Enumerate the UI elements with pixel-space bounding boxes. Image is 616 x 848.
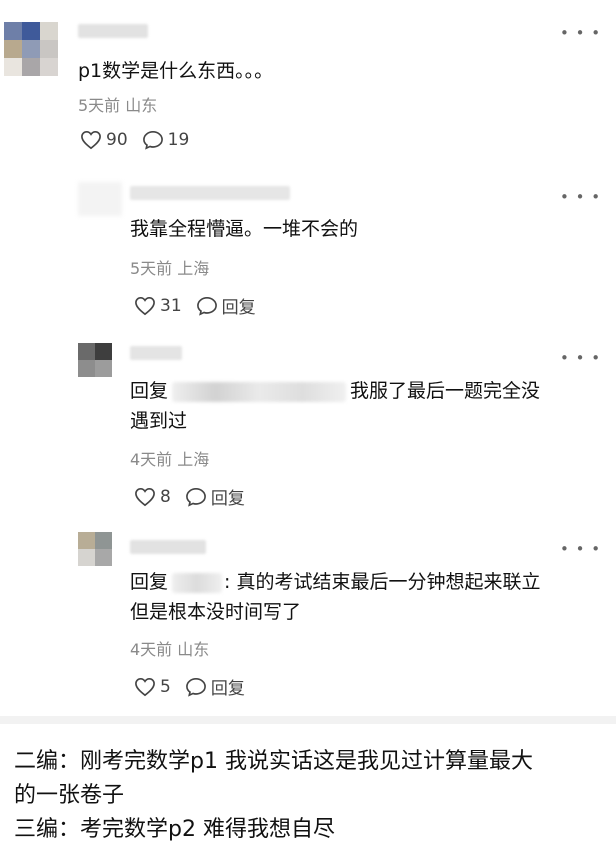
speech-bubble-icon	[185, 677, 206, 697]
comment-meta: 5天前 上海	[130, 259, 210, 278]
speech-bubble-icon	[185, 487, 206, 507]
reply-label: 回复	[221, 298, 256, 318]
comment-actions: 8 回复	[134, 484, 259, 509]
more-dots-icon[interactable]: • • •	[560, 542, 601, 557]
reply-label: 回复	[210, 679, 245, 699]
reply-prefix: 回复	[130, 380, 169, 402]
section-divider	[0, 716, 616, 724]
comment-actions: 31 回复	[134, 293, 270, 318]
more-dots-icon[interactable]: • • •	[560, 26, 601, 41]
username-blurred[interactable]	[130, 346, 182, 360]
comment-actions: 90 19	[80, 130, 203, 150]
reply-label: 回复	[210, 489, 245, 509]
speech-bubble-icon	[196, 296, 217, 316]
like-count: 90	[106, 130, 128, 150]
username-blurred[interactable]	[130, 186, 290, 200]
like-count: 8	[160, 486, 171, 507]
more-dots-icon[interactable]: • • •	[560, 351, 601, 366]
comment-text: 回复 我服了最后一题完全没 遇到过	[130, 376, 590, 436]
heart-outline-icon	[81, 130, 101, 150]
heart-outline-icon	[135, 296, 155, 315]
comment-text-line2: 遇到过	[130, 410, 188, 432]
username-blurred[interactable]	[130, 540, 206, 554]
comment-meta: 4天前 山东	[130, 640, 210, 659]
heart-outline-icon	[135, 487, 155, 506]
comment-text-line1: 我服了最后一题完全没	[350, 380, 541, 402]
like-count: 5	[160, 676, 171, 697]
reply-button[interactable]: 回复	[185, 674, 245, 699]
reply-button[interactable]: 回复	[196, 293, 256, 318]
edit-note-line3: 三编：考完数学p2 难得我想自尽	[14, 817, 335, 842]
edit-note-line1: 二编：刚考完数学p1 我说实话这是我见过计算量最大	[14, 749, 533, 774]
mentioned-user-blurred[interactable]	[172, 572, 223, 593]
like-button[interactable]: 5	[134, 677, 171, 697]
reply-count-button[interactable]: 19	[142, 130, 190, 150]
avatar[interactable]	[78, 182, 122, 216]
reply-count: 19	[167, 130, 190, 150]
username-blurred[interactable]	[78, 24, 148, 38]
like-count: 31	[160, 295, 182, 316]
comment-text-line2: 但是根本没时间写了	[130, 601, 302, 623]
comment-actions: 5 回复	[134, 674, 259, 699]
reply-button[interactable]: 回复	[185, 484, 245, 509]
comment-text: 回复 : 真的考试结束最后一分钟想起来联立 但是根本没时间写了	[130, 567, 600, 627]
avatar[interactable]	[4, 22, 58, 76]
comment-meta: 4天前 上海	[130, 450, 210, 469]
like-button[interactable]: 8	[134, 487, 171, 507]
speech-bubble-icon	[142, 130, 163, 150]
reply-prefix: 回复	[130, 571, 169, 593]
comment-text: 我靠全程懵逼。一堆不会的	[130, 218, 359, 240]
mentioned-user-blurred[interactable]	[172, 381, 347, 402]
comment-text-line1: : 真的考试结束最后一分钟想起来联立	[224, 571, 541, 593]
heart-outline-icon	[135, 677, 155, 696]
like-button[interactable]: 90	[80, 130, 128, 150]
more-dots-icon[interactable]: • • •	[560, 190, 601, 205]
avatar[interactable]	[78, 532, 112, 566]
comment-text: p1数学是什么东西。。。	[78, 60, 274, 82]
comment-meta: 5天前 山东	[78, 96, 158, 115]
like-button[interactable]: 31	[134, 296, 182, 316]
avatar[interactable]	[78, 343, 112, 377]
edit-note-line2: 的一张卷子	[14, 783, 125, 808]
